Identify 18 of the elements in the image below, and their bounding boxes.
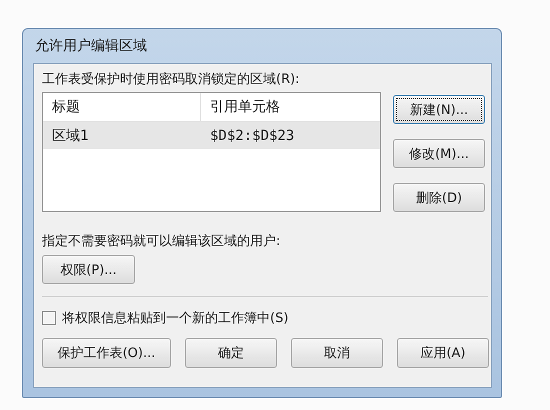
dialog-button[interactable]: 取消 — [291, 338, 383, 368]
checkbox-label: 将权限信息粘贴到一个新的工作簿中(S) — [62, 310, 288, 327]
permissions-button[interactable]: 权限(P)... — [42, 255, 135, 284]
table-row[interactable]: 区域1 $D$2:$D$23 — [43, 122, 380, 149]
window-title: 允许用户编辑区域 — [34, 37, 147, 55]
ranges-label: 工作表受保护时使用密码取消锁定的区域(R): — [42, 71, 301, 89]
checkbox[interactable] — [42, 311, 56, 325]
dialog-button[interactable]: 应用(A) — [397, 338, 489, 368]
dialog-button[interactable]: 确定 — [185, 338, 277, 368]
users-label: 指定不需要密码就可以编辑该区域的用户: — [42, 233, 282, 251]
column-header[interactable]: 标题 — [43, 93, 201, 121]
table-cell-text: $D$2:$D$23 — [209, 128, 296, 144]
dialog-button[interactable]: 新建(N)... — [393, 95, 485, 124]
dialog-button[interactable]: 保护工作表(O)... — [42, 338, 171, 368]
column-header[interactable]: 引用单元格 — [201, 93, 370, 121]
dialog-button[interactable]: 修改(M)... — [393, 139, 485, 168]
dialog-button[interactable]: 删除(D) — [393, 183, 485, 212]
table-cell-text: 区域1 — [51, 126, 90, 144]
